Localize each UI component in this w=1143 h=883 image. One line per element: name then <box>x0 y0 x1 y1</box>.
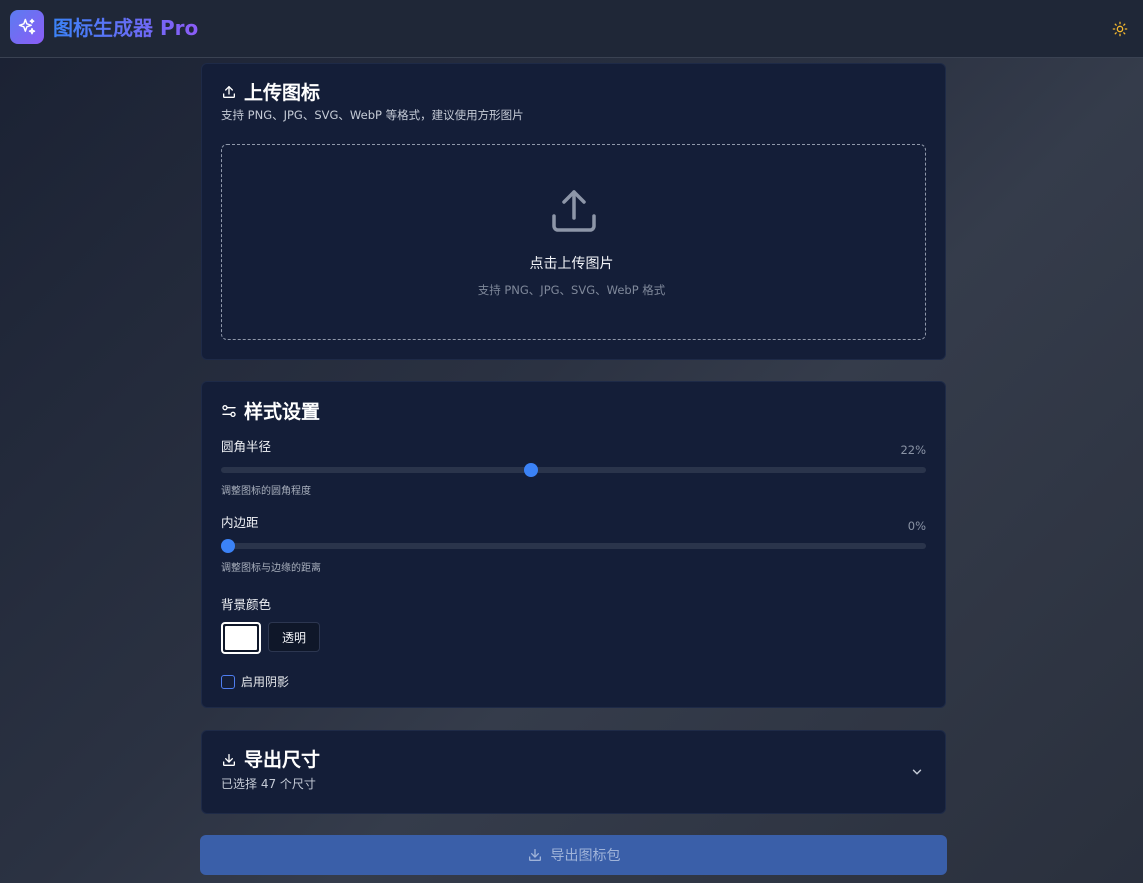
corner-radius-value: 22% <box>900 443 926 457</box>
color-preview <box>225 626 257 650</box>
corner-radius-slider[interactable] <box>221 463 926 477</box>
background-color-label: 背景颜色 <box>221 597 272 612</box>
shadow-checkbox[interactable] <box>221 675 235 689</box>
export-button-label: 导出图标包 <box>550 848 621 864</box>
transparent-button[interactable]: 透明 <box>268 622 320 652</box>
logo <box>10 10 44 44</box>
export-sizes-title: 导出尺寸 <box>244 749 321 771</box>
padding-hint: 调整图标与边缘的距离 <box>221 563 321 574</box>
upload-icon <box>223 86 235 98</box>
export-sizes-card[interactable] <box>201 730 946 814</box>
app-title: 图标生成器 Pro <box>53 16 199 40</box>
sparkles-icon <box>18 18 36 35</box>
download-icon <box>223 754 235 766</box>
download-icon <box>528 849 541 861</box>
padding-label: 内边距 <box>221 515 259 530</box>
padding-slider[interactable] <box>221 539 926 553</box>
shadow-checkbox-label: 启用阴影 <box>241 675 290 689</box>
corner-radius-label: 圆角半径 <box>221 439 272 454</box>
upload-large-icon <box>552 190 596 232</box>
upload-subtitle: 支持 PNG、JPG、SVG、WebP 等格式，建议使用方形图片 <box>221 108 524 122</box>
upload-dropzone[interactable] <box>221 144 926 340</box>
sliders-icon <box>222 405 236 417</box>
export-icon-pack-button[interactable]: 导出图标包 <box>200 835 947 875</box>
dropzone-title: 点击上传图片 <box>529 256 614 272</box>
export-sizes-subtitle: 已选择 47 个尺寸 <box>221 777 316 791</box>
padding-value: 0% <box>907 519 926 533</box>
padding-slider-thumb[interactable] <box>221 539 235 553</box>
style-settings-title: 样式设置 <box>244 401 321 423</box>
corner-radius-hint: 调整图标的圆角程度 <box>221 486 311 497</box>
theme-toggle-button[interactable] <box>1110 19 1130 39</box>
dropzone-subtitle: 支持 PNG、JPG、SVG、WebP 格式 <box>477 283 666 297</box>
chevron-down-icon[interactable] <box>910 765 924 779</box>
background-color-swatch[interactable] <box>221 622 261 654</box>
sun-icon <box>1112 21 1128 37</box>
app-header: 图标生成器 Pro <box>0 0 1143 58</box>
upload-title: 上传图标 <box>244 82 321 104</box>
